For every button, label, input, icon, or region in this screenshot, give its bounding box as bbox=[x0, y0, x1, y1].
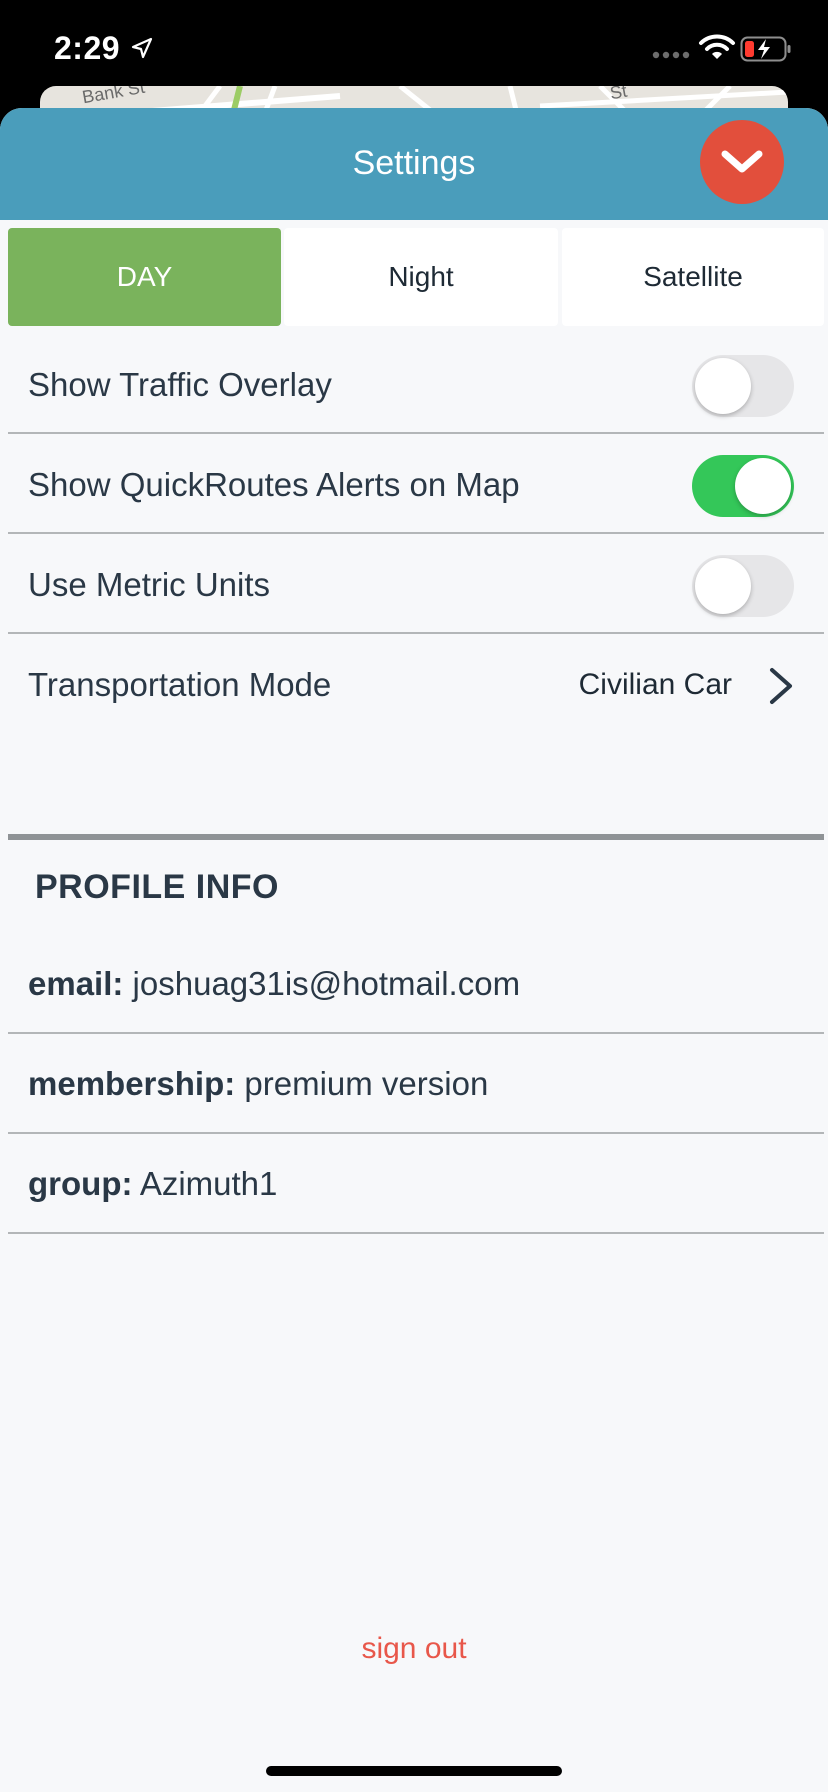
map-street-label: St bbox=[608, 86, 629, 104]
email-key: email: bbox=[28, 965, 124, 1002]
group-key: group: bbox=[28, 1165, 133, 1202]
sign-out-button[interactable]: sign out bbox=[0, 1632, 828, 1666]
profile-group-row: group: Azimuth1 bbox=[8, 1134, 824, 1234]
traffic-overlay-toggle[interactable] bbox=[692, 355, 794, 417]
transportation-mode-label: Transportation Mode bbox=[28, 666, 332, 703]
membership-key: membership: bbox=[28, 1065, 236, 1102]
home-indicator bbox=[266, 1766, 562, 1776]
cellular-signal-icon bbox=[652, 51, 690, 59]
quickroutes-alerts-label: Show QuickRoutes Alerts on Map bbox=[28, 466, 520, 503]
toggle-knob bbox=[695, 558, 751, 614]
close-settings-button[interactable] bbox=[700, 120, 784, 204]
traffic-overlay-row: Show Traffic Overlay bbox=[8, 336, 824, 434]
traffic-overlay-label: Show Traffic Overlay bbox=[28, 366, 332, 403]
chevron-down-icon bbox=[721, 150, 763, 173]
transportation-mode-value: Civilian Car bbox=[578, 668, 732, 701]
metric-units-toggle[interactable] bbox=[692, 555, 794, 617]
group-value: Azimuth1 bbox=[139, 1165, 278, 1202]
battery-charging-icon bbox=[740, 36, 791, 62]
email-value: joshuag31is@hotmail.com bbox=[132, 965, 521, 1002]
toggle-knob bbox=[695, 358, 751, 414]
profile-email-row: email: joshuag31is@hotmail.com bbox=[8, 934, 824, 1034]
profile-membership: membership: premium version bbox=[28, 1034, 488, 1134]
quickroutes-alerts-row: Show QuickRoutes Alerts on Map bbox=[8, 436, 824, 534]
status-bar: 2:29 bbox=[0, 0, 828, 100]
wifi-icon bbox=[699, 34, 735, 59]
settings-sheet: Settings DAY Night Satellite Show Traffi… bbox=[0, 108, 828, 1792]
map-style-selector: DAY Night Satellite bbox=[8, 228, 824, 326]
profile-group: group: Azimuth1 bbox=[28, 1134, 277, 1234]
chevron-right-icon bbox=[770, 668, 792, 704]
toggle-knob bbox=[735, 458, 791, 514]
location-arrow-icon bbox=[131, 37, 153, 59]
section-divider bbox=[8, 834, 824, 840]
metric-units-row: Use Metric Units bbox=[8, 536, 824, 634]
profile-email: email: joshuag31is@hotmail.com bbox=[28, 934, 520, 1034]
tab-day[interactable]: DAY bbox=[8, 228, 281, 326]
profile-info-heading: PROFILE INFO bbox=[35, 868, 279, 906]
metric-units-label: Use Metric Units bbox=[28, 566, 271, 603]
quickroutes-alerts-toggle[interactable] bbox=[692, 455, 794, 517]
profile-membership-row: membership: premium version bbox=[8, 1034, 824, 1134]
status-time: 2:29 bbox=[54, 30, 121, 66]
settings-header: Settings bbox=[0, 108, 828, 220]
tab-satellite[interactable]: Satellite bbox=[562, 228, 824, 326]
tab-night[interactable]: Night bbox=[284, 228, 558, 326]
transportation-mode-row[interactable]: Transportation Mode Civilian Car bbox=[8, 636, 824, 734]
membership-value: premium version bbox=[244, 1065, 489, 1102]
